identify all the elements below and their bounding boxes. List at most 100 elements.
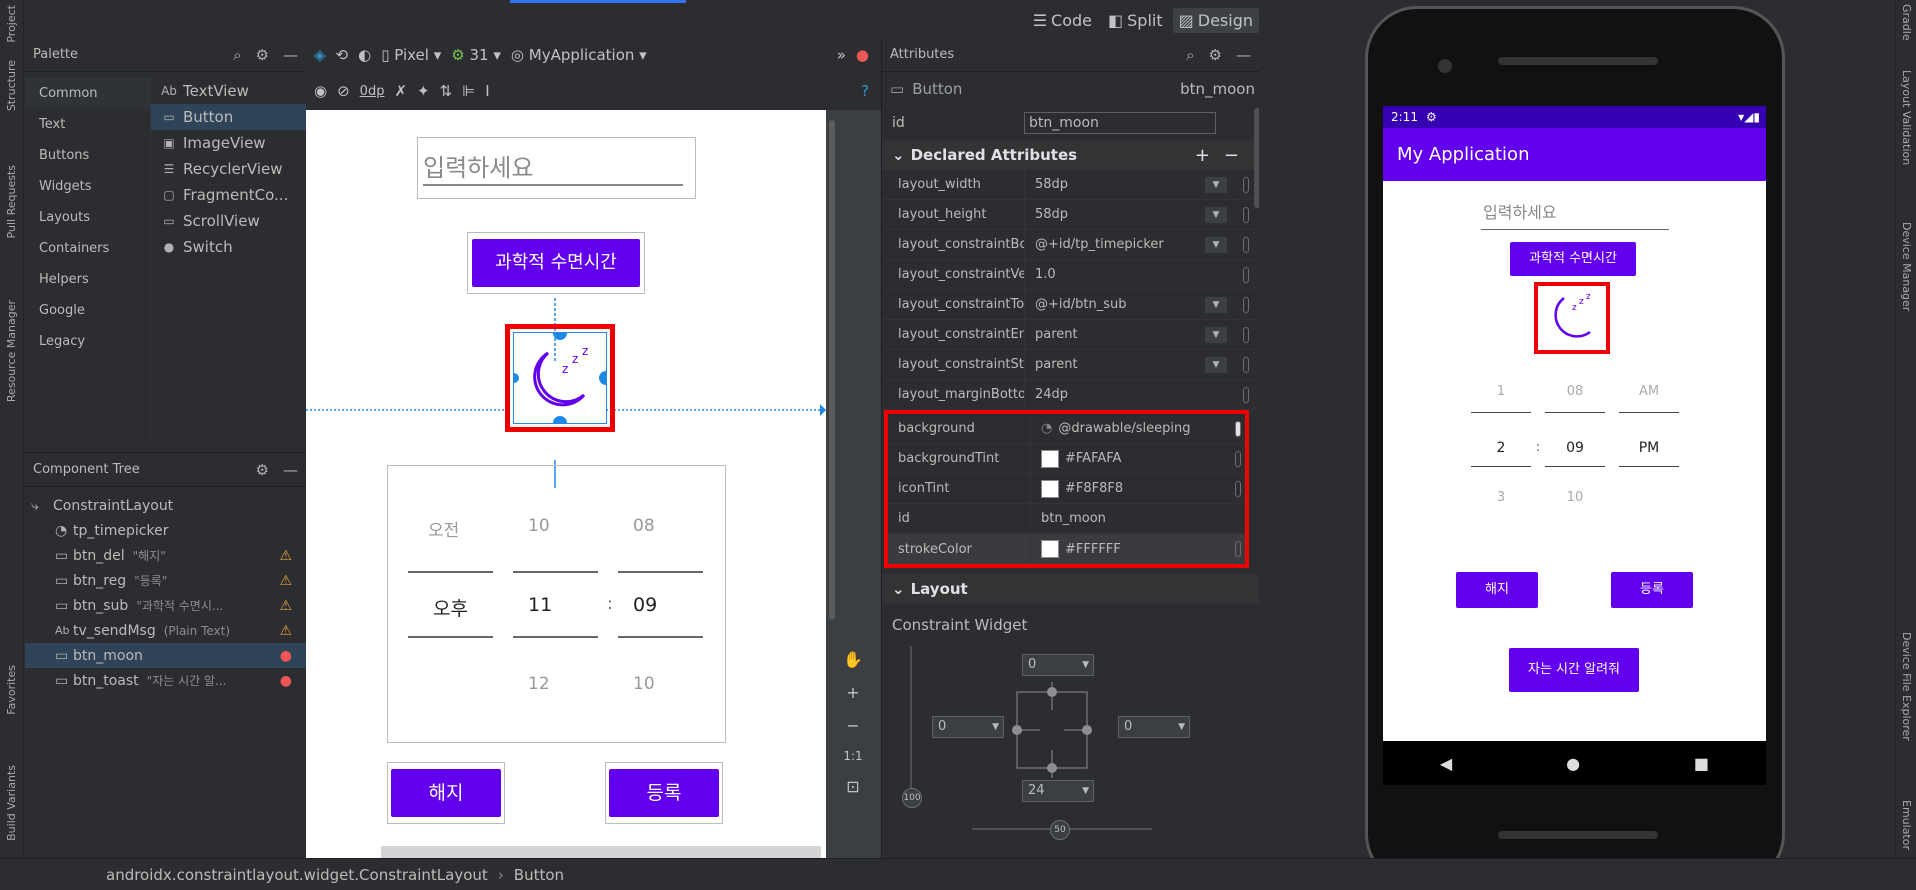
- declared-attributes-header[interactable]: ⌄ Declared Attributes + −: [882, 140, 1259, 170]
- picker-ampm-selected[interactable]: PM: [1619, 440, 1679, 456]
- resource-picker[interactable]: [1235, 541, 1241, 557]
- resource-picker[interactable]: [1235, 451, 1241, 467]
- tree-row[interactable]: ▭ btn_toast "자는 시간 알... ●: [25, 668, 306, 693]
- palette-item-scrollview[interactable]: ▭ ScrollView: [151, 208, 306, 234]
- add-icon[interactable]: +: [1195, 145, 1210, 166]
- notify-sleep-time-button[interactable]: 자는 시간 알려줘: [1509, 648, 1639, 692]
- pack-icon[interactable]: ⇅: [440, 82, 453, 100]
- palette-item-fragment[interactable]: ▢ FragmentCo...: [151, 182, 306, 208]
- picker-hour-selected[interactable]: 11: [528, 594, 552, 616]
- palette-category[interactable]: Widgets: [25, 171, 150, 202]
- vertical-bias-thumb[interactable]: 100: [902, 788, 922, 808]
- fit-screen-icon[interactable]: ⊡: [846, 777, 859, 796]
- palette-category[interactable]: Common: [25, 78, 150, 109]
- tool-tab-pull-requests[interactable]: Pull Requests: [5, 165, 18, 238]
- layers-icon[interactable]: ◈: [314, 46, 326, 64]
- tool-tab-layout-validation[interactable]: Layout Validation: [1900, 70, 1913, 165]
- palette-category[interactable]: Layouts: [25, 202, 150, 233]
- resource-picker[interactable]: [1243, 267, 1249, 283]
- picker-hour-selected[interactable]: 2: [1471, 440, 1531, 456]
- error-icon[interactable]: ●: [280, 673, 292, 689]
- margin-end-field[interactable]: 0 ▼: [1118, 716, 1190, 738]
- cancel-button[interactable]: 해지: [1456, 572, 1538, 608]
- warning-icon[interactable]: ⚠: [279, 598, 292, 614]
- color-swatch[interactable]: [1041, 540, 1059, 558]
- color-swatch[interactable]: [1041, 449, 1059, 468]
- message-input[interactable]: 입력하세요: [1481, 196, 1669, 230]
- attr-row[interactable]: layout_height 58dp ▼: [882, 200, 1259, 230]
- resource-picker[interactable]: [1243, 387, 1249, 403]
- chevron-down-icon[interactable]: ▼: [1205, 327, 1227, 343]
- warning-icon[interactable]: ⚠: [279, 623, 292, 639]
- attr-row[interactable]: layout_constraintEn... parent ▼: [882, 320, 1259, 350]
- tree-row[interactable]: ▭ btn_moon ●: [25, 643, 306, 668]
- tool-tab-emulator[interactable]: Emulator: [1900, 800, 1913, 850]
- register-button[interactable]: 등록: [1611, 572, 1693, 608]
- palette-category[interactable]: Buttons: [25, 140, 150, 171]
- attr-row[interactable]: backgroundTint #FAFAFA: [888, 444, 1245, 474]
- warning-icon[interactable]: ⚠: [279, 548, 292, 564]
- tree-row[interactable]: ▭ btn_reg "등록" ⚠: [25, 568, 306, 593]
- palette-category[interactable]: Text: [25, 109, 150, 140]
- attr-value[interactable]: 58dp: [1035, 177, 1068, 192]
- attr-row[interactable]: layout_constraintBot... @+id/tp_timepicke…: [882, 230, 1259, 260]
- vertical-scrollbar[interactable]: [826, 110, 838, 858]
- picker-min-selected[interactable]: 09: [633, 594, 657, 616]
- gear-icon[interactable]: ⚙: [256, 46, 269, 64]
- minimize-icon[interactable]: —: [283, 46, 298, 64]
- horizontal-bias-thumb[interactable]: 50: [1050, 820, 1070, 840]
- chevron-down-icon[interactable]: ▼: [1205, 177, 1227, 193]
- color-swatch[interactable]: [1041, 479, 1059, 498]
- attr-value[interactable]: parent: [1035, 357, 1078, 372]
- gear-icon[interactable]: ⚙: [1209, 46, 1222, 64]
- palette-item-imageview[interactable]: ▣ ImageView: [151, 130, 306, 156]
- code-mode-button[interactable]: ☰ Code: [1027, 8, 1098, 33]
- palette-item-textview[interactable]: Ab TextView: [151, 78, 306, 104]
- zoom-in-icon[interactable]: +: [846, 683, 859, 702]
- design-mode-button[interactable]: ▨ Design: [1172, 8, 1259, 33]
- chevron-down-icon[interactable]: ▼: [1205, 357, 1227, 373]
- margin-start-field[interactable]: 0 ▼: [932, 716, 1004, 738]
- zoom-out-icon[interactable]: −: [846, 716, 859, 735]
- home-icon[interactable]: ●: [1566, 754, 1580, 773]
- attr-value[interactable]: @+id/btn_sub: [1035, 297, 1127, 312]
- tree-row[interactable]: ▭ btn_sub "과학적 수면시... ⚠: [25, 593, 306, 618]
- scroll-thumb[interactable]: [829, 120, 835, 620]
- resource-picker[interactable]: [1243, 237, 1249, 253]
- recents-icon[interactable]: ■: [1694, 754, 1709, 773]
- palette-item-button[interactable]: ▭ Button: [151, 104, 306, 130]
- resource-picker[interactable]: [1235, 481, 1241, 497]
- api-selector[interactable]: ⚙ 31 ▾: [451, 46, 501, 64]
- tree-row[interactable]: ◔ tp_timepicker: [25, 518, 306, 543]
- margin-top-field[interactable]: 0 ▼: [1022, 654, 1094, 676]
- chevron-down-icon[interactable]: ▼: [1205, 297, 1227, 313]
- attr-value[interactable]: @drawable/sleeping: [1058, 421, 1190, 436]
- magnet-icon[interactable]: ⊘: [337, 82, 350, 100]
- tool-tab-gradle[interactable]: Gradle: [1900, 4, 1913, 41]
- resource-picker[interactable]: [1243, 357, 1249, 373]
- error-icon[interactable]: ●: [280, 648, 292, 664]
- horizontal-scrollbar[interactable]: [381, 846, 821, 858]
- palette-category[interactable]: Google: [25, 295, 150, 326]
- resource-picker[interactable]: [1243, 297, 1249, 313]
- clear-constraints-icon[interactable]: ✗: [394, 82, 407, 100]
- palette-category[interactable]: Containers: [25, 233, 150, 264]
- attr-row[interactable]: layout_constraintVe... 1.0: [882, 260, 1259, 290]
- search-icon[interactable]: ⌕: [1186, 46, 1194, 64]
- pan-icon[interactable]: ✋: [843, 650, 863, 669]
- minimize-icon[interactable]: —: [1236, 46, 1251, 64]
- tree-row[interactable]: ⤷ ConstraintLayout: [25, 493, 306, 518]
- attr-value[interactable]: 58dp: [1035, 207, 1068, 222]
- attr-row[interactable]: strokeColor #FFFFFF: [888, 534, 1245, 564]
- picker-ampm-selected[interactable]: 오후: [433, 594, 468, 621]
- tool-tab-structure[interactable]: Structure: [5, 60, 18, 111]
- minimize-icon[interactable]: —: [283, 461, 298, 479]
- tool-tab-favorites[interactable]: Favorites: [5, 665, 18, 715]
- overflow-icon[interactable]: »: [837, 46, 846, 64]
- error-icon[interactable]: ●: [856, 46, 869, 64]
- tool-tab-device-file-explorer[interactable]: Device File Explorer: [1900, 632, 1913, 741]
- palette-category[interactable]: Legacy: [25, 326, 150, 357]
- split-mode-button[interactable]: ◧ Split: [1102, 8, 1169, 33]
- attr-value[interactable]: 24dp: [1035, 387, 1068, 402]
- attr-value[interactable]: #FFFFFF: [1065, 542, 1121, 557]
